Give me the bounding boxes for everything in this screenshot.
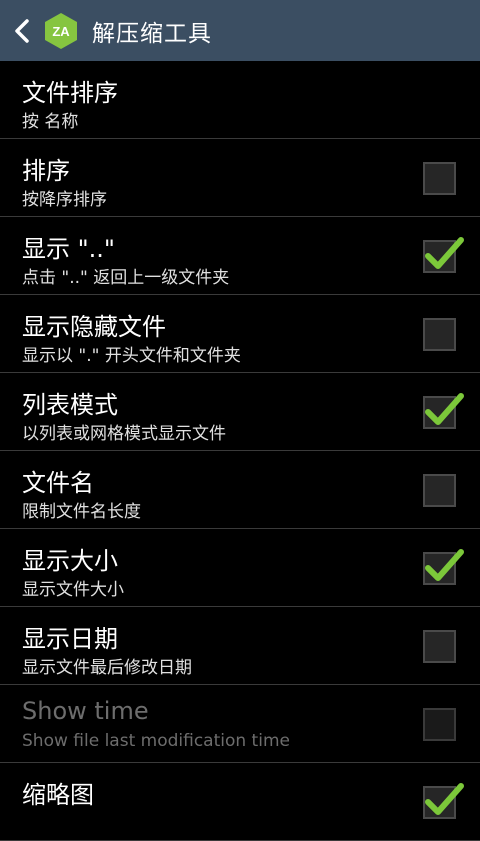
- setting-subtitle: Show file last modification time: [22, 731, 290, 751]
- action-bar: ZA 解压缩工具: [0, 0, 480, 61]
- setting-checkbox[interactable]: [423, 393, 464, 429]
- setting-checkbox[interactable]: [423, 162, 456, 195]
- setting-title: 文件名: [22, 469, 94, 497]
- settings-list: 文件排序按 名称 排序 按降序排序 显示 ".." 点击 ".." 返回上一级文件夹 显示…: [0, 61, 480, 841]
- setting-checkbox[interactable]: [423, 549, 464, 585]
- settings-row[interactable]: 文件排序按 名称: [0, 61, 480, 139]
- settings-row: Show time Show file last modification tim…: [0, 685, 480, 763]
- setting-subtitle: 按降序排序: [22, 190, 107, 210]
- setting-checkbox: [423, 708, 456, 741]
- setting-checkbox[interactable]: [423, 783, 464, 819]
- setting-title: 文件排序: [22, 79, 118, 107]
- setting-subtitle: 显示以 "." 开头文件和文件夹: [22, 346, 241, 366]
- setting-title: 列表模式: [22, 391, 118, 419]
- setting-title: Show time: [22, 697, 149, 725]
- logo-text: ZA: [52, 24, 70, 39]
- setting-title: 显示大小: [22, 547, 118, 575]
- settings-row[interactable]: 显示 ".." 点击 ".." 返回上一级文件夹: [0, 217, 480, 295]
- setting-subtitle: 限制文件名长度: [22, 502, 141, 522]
- settings-row[interactable]: 文件名限制文件名长度: [0, 451, 480, 529]
- setting-checkbox[interactable]: [423, 474, 456, 507]
- checkmark-icon: [425, 549, 464, 581]
- setting-checkbox[interactable]: [423, 237, 464, 273]
- setting-title: 显示隐藏文件: [22, 313, 166, 341]
- setting-subtitle: 显示文件最后修改日期: [22, 658, 192, 678]
- setting-checkbox[interactable]: [423, 318, 456, 351]
- settings-row[interactable]: 排序 按降序排序: [0, 139, 480, 217]
- checkmark-icon: [425, 393, 464, 425]
- back-button[interactable]: [2, 0, 42, 61]
- checkmark-icon: [425, 783, 464, 815]
- app-title: 解压缩工具: [92, 20, 212, 47]
- app-logo-icon: ZA: [45, 12, 77, 49]
- checkmark-icon: [425, 237, 464, 269]
- setting-subtitle: 以列表或网格模式显示文件: [22, 424, 226, 444]
- settings-row[interactable]: 显示大小显示文件大小: [0, 529, 480, 607]
- settings-row[interactable]: 缩略图: [0, 763, 480, 841]
- setting-title: 排序: [22, 157, 70, 185]
- setting-title: 缩略图: [22, 781, 94, 809]
- settings-row[interactable]: 显示隐藏文件显示以 "." 开头文件和文件夹: [0, 295, 480, 373]
- settings-row[interactable]: 列表模式以列表或网格模式显示文件: [0, 373, 480, 451]
- chevron-left-icon: [15, 18, 29, 43]
- setting-title: 显示 "..": [22, 235, 115, 263]
- setting-checkbox[interactable]: [423, 630, 456, 663]
- settings-row[interactable]: 显示日期显示文件最后修改日期: [0, 607, 480, 685]
- app-logo[interactable]: ZA: [42, 12, 80, 50]
- setting-subtitle: 点击 ".." 返回上一级文件夹: [22, 268, 230, 288]
- setting-title: 显示日期: [22, 625, 118, 653]
- setting-subtitle: 显示文件大小: [22, 580, 124, 600]
- setting-subtitle: 按 名称: [22, 112, 79, 132]
